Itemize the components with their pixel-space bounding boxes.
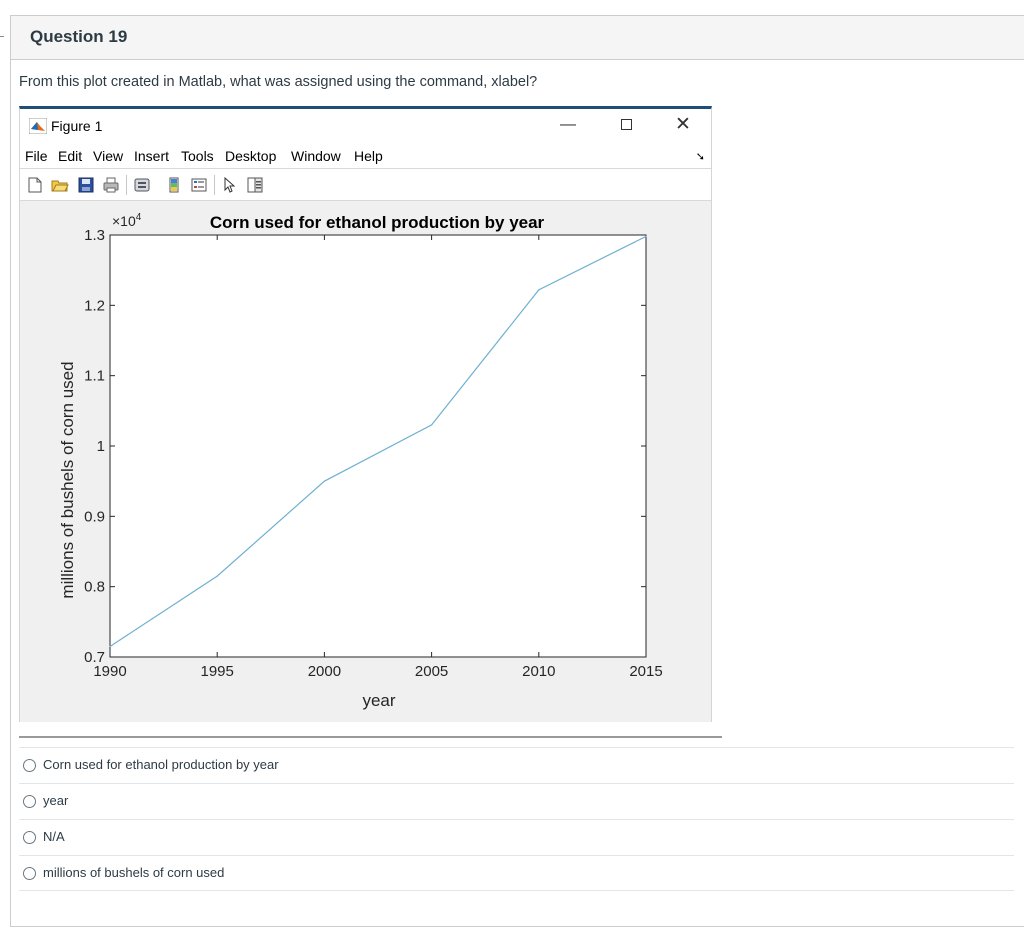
- matlab-logo-icon: [29, 118, 47, 134]
- figure-titlebar: Figure 1 — ✕: [20, 109, 711, 141]
- answer-option[interactable]: year: [19, 783, 1014, 819]
- y-tick-label: 0.9: [84, 508, 105, 525]
- menu-help[interactable]: Help: [354, 148, 383, 164]
- figure-bottom-border: [19, 736, 722, 738]
- line-chart: 1990 1995 2000 2005 2010 20150.70.80.911.11.2…: [58, 212, 663, 710]
- y-tick-label: 0.8: [84, 579, 105, 596]
- menu-insert[interactable]: Insert: [134, 148, 169, 164]
- x-tick-label: 2005: [415, 663, 448, 680]
- menu-view[interactable]: View: [93, 148, 123, 164]
- question-text: From this plot created in Matlab, what w…: [19, 74, 538, 90]
- save-icon[interactable]: [77, 176, 95, 194]
- y-exponent-label: ×104: [112, 212, 142, 229]
- menu-tools[interactable]: Tools: [181, 148, 214, 164]
- answer-option[interactable]: millions of bushels of corn used: [19, 855, 1014, 891]
- answer-list: Corn used for ethanol production by year…: [19, 747, 1014, 891]
- matlab-figure-window: Figure 1 — ✕ File Edit View Insert Tools…: [19, 106, 712, 722]
- y-tick-label: 1.1: [84, 368, 105, 385]
- radio-button[interactable]: [23, 759, 36, 772]
- close-button[interactable]: ✕: [670, 113, 696, 137]
- link-plot-icon[interactable]: [133, 176, 151, 194]
- question-header: Question 19: [11, 16, 1024, 60]
- dock-arrow-icon[interactable]: ➘: [696, 150, 705, 163]
- left-marker: [0, 36, 4, 37]
- answer-option[interactable]: N/A: [19, 819, 1014, 855]
- figure-canvas: 1990 1995 2000 2005 2010 2015 0.7 0.8 0.9 1 1.1 1.2…: [20, 201, 711, 722]
- menu-edit[interactable]: Edit: [58, 148, 82, 164]
- y-tick-label: 1.2: [84, 297, 105, 314]
- menu-window[interactable]: Window: [291, 148, 341, 164]
- menu-file[interactable]: File: [25, 148, 48, 164]
- x-tick-label: 2015: [629, 663, 662, 680]
- x-axis-label: year: [362, 691, 395, 710]
- x-tick-label: 1995: [201, 663, 234, 680]
- new-figure-icon[interactable]: [26, 176, 44, 194]
- question-title: Question 19: [30, 27, 128, 46]
- insert-colorbar-icon[interactable]: [165, 176, 183, 194]
- answer-label[interactable]: N/A: [43, 829, 65, 844]
- y-tick-label: 0.7: [84, 649, 105, 666]
- figure-toolbar: [20, 169, 711, 201]
- property-editor-icon[interactable]: [246, 176, 264, 194]
- insert-legend-icon[interactable]: [190, 176, 208, 194]
- radio-button[interactable]: [23, 831, 36, 844]
- y-tick-label: 1: [97, 438, 105, 455]
- figure-title: Figure 1: [51, 118, 103, 134]
- figure-menubar: File Edit View Insert Tools Desktop Wind…: [20, 141, 711, 169]
- y-tick-label: 1.3: [84, 227, 105, 244]
- edit-plot-arrow-icon[interactable]: [221, 176, 239, 194]
- radio-button[interactable]: [23, 867, 36, 880]
- y-axis-label: millions of bushels of corn used: [58, 361, 77, 598]
- menu-desktop[interactable]: Desktop: [225, 148, 276, 164]
- x-tick-label: 2000: [308, 663, 341, 680]
- maximize-button[interactable]: [613, 113, 639, 137]
- open-file-icon[interactable]: [51, 176, 69, 194]
- chart-title: Corn used for ethanol production by year: [210, 213, 545, 232]
- answer-option[interactable]: Corn used for ethanol production by year: [19, 747, 1014, 783]
- answer-label[interactable]: Corn used for ethanol production by year: [43, 757, 279, 772]
- radio-button[interactable]: [23, 795, 36, 808]
- answer-label[interactable]: year: [43, 793, 68, 808]
- x-tick-label: 2010: [522, 663, 555, 680]
- maximize-icon: [620, 119, 632, 131]
- answer-label[interactable]: millions of bushels of corn used: [43, 865, 224, 880]
- minimize-button[interactable]: —: [555, 113, 581, 137]
- print-icon[interactable]: [102, 176, 120, 194]
